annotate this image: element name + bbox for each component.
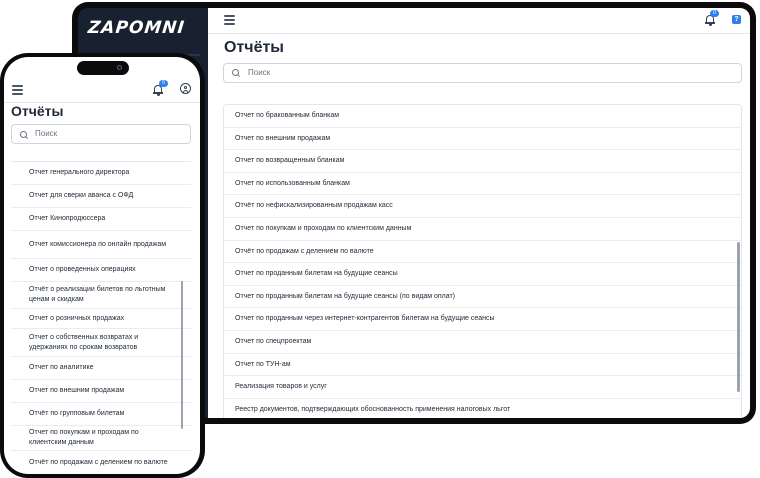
report-label: Отчёт о реализации билетов по льготным ц… (29, 286, 166, 303)
list-scrollbar[interactable] (181, 281, 183, 429)
report-label: Отчет комиссионера по онлайн продажам (29, 240, 167, 248)
desktop-screen: 0 ? Отчёты Поиск Отчет по бракованным бл… (208, 8, 750, 418)
report-label: Отчет о проведенных операциях (29, 266, 136, 273)
report-item[interactable]: Реестр документов, подтверждающих обосно… (224, 399, 741, 418)
report-item[interactable]: Отчёт по групповым билетам (11, 403, 191, 426)
report-label: Отчет о розничных продажах (29, 314, 125, 322)
phone-screen: 0 Отчёты Поиск Отчет генерального директ… (4, 57, 200, 474)
list-scrollbar[interactable] (737, 242, 740, 392)
report-item[interactable]: Реализация товаров и услуг (224, 376, 741, 399)
report-item[interactable]: Отчет по ТУН-ам (224, 354, 741, 377)
user-icon[interactable] (180, 83, 191, 94)
report-item[interactable]: Отчет по бракованным бланкам (224, 105, 741, 128)
report-item[interactable]: Отчет по возвращенным бланкам (224, 150, 741, 173)
page-title: Отчёты (224, 39, 284, 56)
report-item[interactable]: Отчет по проданным через интернет-контра… (224, 308, 741, 331)
report-label: Отчет по внешним продажам (29, 387, 125, 394)
report-item[interactable]: Отчет по использованным бланкам (224, 173, 741, 196)
report-label: Отчет для сверки аванса с ОФД (29, 192, 134, 199)
reports-list: Отчет генерального директора Отчет для с… (11, 161, 191, 474)
search-icon (232, 69, 240, 77)
report-item[interactable]: Отчет о собственных возвратах и удержани… (11, 329, 191, 357)
mobile-header: 0 (4, 77, 200, 103)
report-item[interactable]: Отчет для сверки аванса с ОФД (11, 185, 191, 208)
search-icon (20, 131, 28, 139)
report-item[interactable]: Отчет по проданным билетам на будущие се… (224, 263, 741, 286)
page-title: Отчёты (11, 103, 64, 119)
report-label: Отчет по аналитике (29, 364, 94, 371)
search-placeholder: Поиск (248, 68, 271, 77)
report-item[interactable]: Отчёт о реализации билетов по льготным ц… (11, 282, 191, 309)
camera-icon (117, 65, 122, 70)
brand-logo[interactable]: ZAPOMNI (87, 18, 186, 38)
report-item[interactable]: Отчет Кинопродюссера (11, 208, 191, 231)
report-label: Отчет о собственных возвратах и удержани… (29, 333, 139, 351)
menu-icon[interactable] (12, 85, 23, 95)
report-label: Отчёт по продажам с делением по валюте (29, 459, 168, 466)
report-item[interactable]: Отчет комиссионера по онлайн продажам (11, 231, 191, 259)
notification-badge: 0 (710, 10, 719, 17)
notification-badge: 0 (159, 80, 168, 87)
report-label: Отчет по покупкам и проходам по клиентск… (29, 429, 139, 446)
menu-icon[interactable] (224, 15, 235, 25)
report-item[interactable]: Отчёт по нефискализированным продажам ка… (224, 195, 741, 218)
desktop-header: 0 ? (208, 8, 750, 34)
report-item[interactable]: Отчет по проданным билетам на будущие се… (224, 286, 741, 309)
report-item[interactable]: Отчет о розничных продажах (11, 309, 191, 329)
report-label: Отчет Кинопродюссера (29, 215, 106, 222)
report-item[interactable]: Отчет по аналитике (11, 357, 191, 380)
report-label: Отчет генерального директора (29, 169, 130, 176)
report-item[interactable]: Отчет по внешним продажам (224, 128, 741, 151)
search-input[interactable]: Поиск (11, 124, 191, 144)
report-item[interactable]: Отчет генерального директора (11, 162, 191, 185)
report-item[interactable]: Отчёт по продажам с делением по валюте (224, 241, 741, 264)
report-item[interactable]: Отчет по покупкам и проходам по клиентск… (11, 426, 191, 451)
help-icon[interactable]: ? (732, 15, 741, 24)
search-input[interactable]: Поиск (223, 63, 742, 83)
report-label: Отчёт по групповым билетам (29, 410, 125, 417)
report-item[interactable]: Отчет по спецпроектам (224, 331, 741, 354)
search-placeholder: Поиск (35, 129, 58, 138)
report-item[interactable]: Отчет по покупкам и проходам по клиентск… (224, 218, 741, 241)
report-item[interactable]: Отчёт по продажам с делением по валюте (11, 451, 191, 474)
report-item[interactable]: Отчет о проведенных операциях (11, 259, 191, 282)
reports-list: Отчет по бракованным бланкам Отчет по вн… (223, 104, 742, 418)
report-item[interactable]: Отчет по внешним продажам (11, 380, 191, 403)
